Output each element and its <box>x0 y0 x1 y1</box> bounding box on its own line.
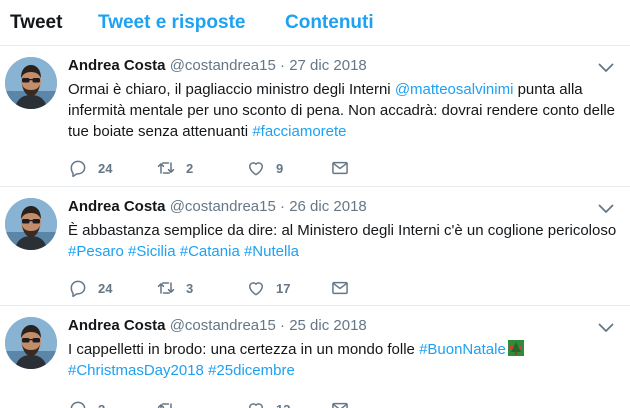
avatar[interactable] <box>5 317 57 369</box>
hashtag-link[interactable]: #Nutella <box>244 243 299 260</box>
tweet-text-segment: I cappelletti in brodo: una certezza in … <box>68 341 420 358</box>
tab-contenuti[interactable]: Contenuti <box>285 12 374 34</box>
chevron-down-icon[interactable] <box>598 63 614 73</box>
like-button[interactable]: 9 <box>246 157 306 177</box>
direct-message-icon <box>330 399 350 408</box>
hashtag-link[interactable]: #facciamorete <box>252 123 346 140</box>
tab-tweet-e-risposte[interactable]: Tweet e risposte <box>98 12 245 34</box>
hashtag-link[interactable]: #BuonNatale <box>419 341 506 358</box>
direct-message-icon <box>330 158 350 178</box>
separator-dot: · <box>280 198 286 215</box>
reply-icon <box>68 158 88 178</box>
author-handle[interactable]: @costandrea15 <box>170 198 276 215</box>
chevron-down-icon[interactable] <box>598 323 614 333</box>
tweet-header: Andrea Costa @costandrea15 · 26 dic 2018 <box>68 198 367 215</box>
like-count: 17 <box>276 281 291 296</box>
hashtag-link[interactable]: #25dicembre <box>208 362 295 379</box>
direct-message-button[interactable] <box>330 398 354 408</box>
tweet[interactable]: Andrea Costa @costandrea15 · 25 dic 2018… <box>0 307 630 408</box>
retweet-count: 2 <box>186 161 194 176</box>
tweet-text: I cappelletti in brodo: una certezza in … <box>68 339 618 381</box>
reply-count: 24 <box>98 281 113 296</box>
tweet-text-segment: Ormai è chiaro, il pagliaccio ministro d… <box>68 81 395 98</box>
like-icon <box>246 158 266 178</box>
direct-message-icon <box>330 278 350 298</box>
like-icon <box>246 278 266 298</box>
tweet-header: Andrea Costa @costandrea15 · 25 dic 2018 <box>68 317 367 334</box>
tweet[interactable]: Andrea Costa @costandrea15 · 26 dic 2018… <box>0 188 630 306</box>
avatar[interactable] <box>5 57 57 109</box>
separator-dot: · <box>280 57 286 74</box>
like-count: 13 <box>276 402 290 408</box>
tweet-text: È abbastanza semplice da dire: al Minist… <box>68 220 618 262</box>
hashtag-link[interactable]: #ChristmasDay2018 <box>68 362 204 379</box>
author-name[interactable]: Andrea Costa <box>68 57 166 74</box>
author-handle[interactable]: @costandrea15 <box>170 57 276 74</box>
retweet-icon <box>156 399 176 408</box>
reply-icon <box>68 399 88 408</box>
direct-message-button[interactable] <box>330 277 354 297</box>
hashtag-link[interactable]: #Catania <box>180 243 240 260</box>
hashtag-link[interactable]: #Pesaro <box>68 243 124 260</box>
tab-tweet[interactable]: Tweet <box>10 12 62 34</box>
reply-icon <box>68 278 88 298</box>
retweet-button[interactable]: 3 <box>156 277 216 297</box>
like-icon <box>246 399 266 408</box>
author-name[interactable]: Andrea Costa <box>68 317 166 334</box>
like-button[interactable]: 13 <box>246 398 306 408</box>
retweet-button[interactable] <box>156 398 216 408</box>
tweet-date[interactable]: 27 dic 2018 <box>289 57 367 74</box>
reply-count: 24 <box>98 161 113 176</box>
tweet-text-segment: È abbastanza semplice da dire: al Minist… <box>68 222 617 239</box>
tweet-text: Ormai è chiaro, il pagliaccio ministro d… <box>68 79 618 142</box>
tweet-header: Andrea Costa @costandrea15 · 27 dic 2018 <box>68 57 367 74</box>
tweet-date[interactable]: 26 dic 2018 <box>289 198 367 215</box>
christmas-tree-emoji-icon <box>507 340 524 356</box>
reply-count: 2 <box>98 402 105 408</box>
author-name[interactable]: Andrea Costa <box>68 198 166 215</box>
mention-link[interactable]: @matteosalvinimi <box>395 81 514 98</box>
reply-button[interactable]: 24 <box>68 157 128 177</box>
reply-button[interactable]: 24 <box>68 277 128 297</box>
retweet-count: 3 <box>186 281 194 296</box>
direct-message-button[interactable] <box>330 157 354 177</box>
tweet[interactable]: Andrea Costa @costandrea15 · 27 dic 2018… <box>0 47 630 187</box>
reply-button[interactable]: 2 <box>68 398 128 408</box>
retweet-button[interactable]: 2 <box>156 157 216 177</box>
avatar[interactable] <box>5 198 57 250</box>
chevron-down-icon[interactable] <box>598 204 614 214</box>
separator-dot: · <box>280 317 286 334</box>
tweet-date[interactable]: 25 dic 2018 <box>289 317 367 334</box>
like-button[interactable]: 17 <box>246 277 306 297</box>
retweet-icon <box>156 158 176 178</box>
retweet-icon <box>156 278 176 298</box>
hashtag-link[interactable]: #Sicilia <box>128 243 176 260</box>
profile-tabs: Tweet Tweet e risposte Contenuti <box>0 0 630 46</box>
like-count: 9 <box>276 161 284 176</box>
author-handle[interactable]: @costandrea15 <box>170 317 276 334</box>
